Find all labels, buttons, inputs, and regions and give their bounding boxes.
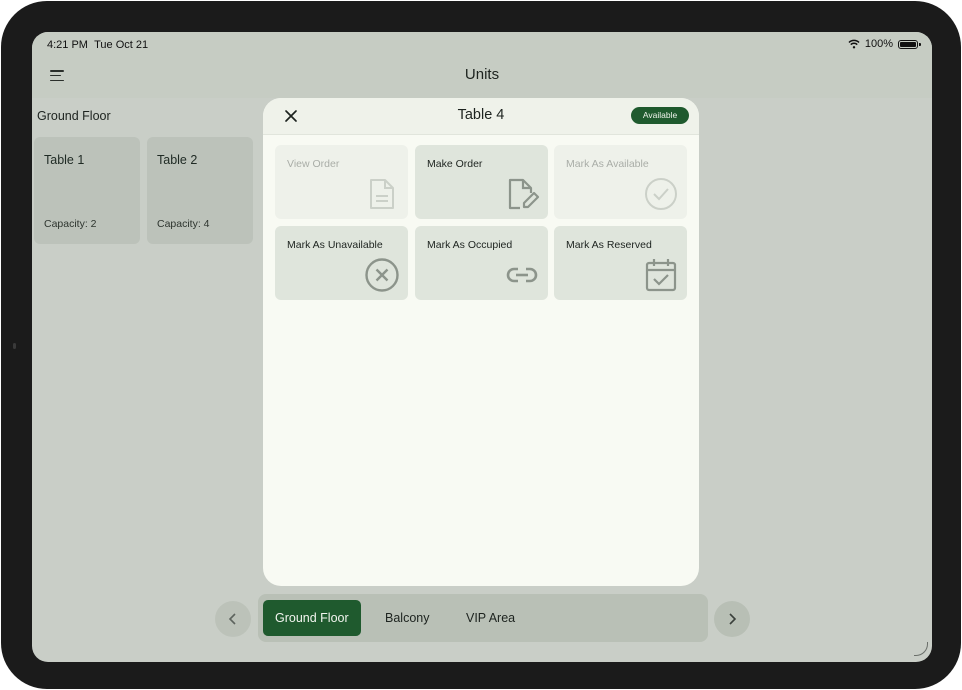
table-capacity: Capacity: 2	[44, 218, 97, 230]
mark-as-unavailable-button[interactable]: Mark As Unavailable	[275, 226, 408, 300]
nav-bar: Units	[32, 58, 932, 98]
status-bar: 4:21 PM Tue Oct 21 100%	[32, 32, 932, 58]
make-order-button[interactable]: Make Order	[415, 145, 548, 219]
chevron-left-icon	[228, 613, 236, 625]
floor-tab-vip-area[interactable]: VIP Area	[454, 600, 527, 636]
edit-document-icon	[508, 178, 540, 210]
status-date: Tue Oct 21	[94, 39, 149, 51]
action-label: Mark As Reserved	[566, 239, 652, 251]
action-label: Make Order	[427, 158, 483, 170]
check-circle-icon	[645, 178, 677, 210]
table-card-2[interactable]: Table 2 Capacity: 4	[147, 137, 253, 244]
action-label: Mark As Occupied	[427, 239, 513, 251]
floor-tab-ground-floor[interactable]: Ground Floor	[263, 600, 361, 636]
mark-as-reserved-button[interactable]: Mark As Reserved	[554, 226, 687, 300]
mark-as-occupied-button[interactable]: Mark As Occupied	[415, 226, 548, 300]
floor-tab-balcony[interactable]: Balcony	[373, 600, 441, 636]
status-indicators: 100%	[848, 38, 921, 50]
table-name: Table 1	[44, 153, 85, 167]
action-label: Mark As Unavailable	[287, 239, 383, 251]
previous-floor-button[interactable]	[215, 601, 251, 637]
chevron-right-icon	[729, 613, 737, 625]
wifi-icon	[848, 39, 860, 49]
status-badge: Available	[631, 107, 689, 124]
link-icon	[506, 267, 538, 283]
table-card-1[interactable]: Table 1 Capacity: 2	[34, 137, 140, 244]
ipad-device-frame: 4:21 PM Tue Oct 21 100% Units Ground Flo…	[1, 1, 961, 689]
action-label: Mark As Available	[566, 158, 649, 170]
battery-percent: 100%	[864, 38, 893, 50]
table-name: Table 2	[157, 153, 198, 167]
floor-label: Ground Floor	[37, 109, 111, 123]
document-icon	[370, 179, 394, 209]
corner-indicator	[914, 642, 928, 656]
mark-as-available-button[interactable]: Mark As Available	[554, 145, 687, 219]
action-label: View Order	[287, 158, 340, 170]
next-floor-button[interactable]	[714, 601, 750, 637]
modal-header: Table 4 Available	[263, 98, 699, 135]
side-button	[13, 343, 16, 349]
status-time: 4:21 PM Tue Oct 21	[47, 39, 148, 51]
calendar-check-icon	[645, 259, 677, 292]
floor-tabs: Ground Floor Balcony VIP Area	[258, 594, 708, 642]
table-actions-modal: Table 4 Available View Order Make Order …	[263, 98, 699, 586]
table-capacity: Capacity: 4	[157, 218, 210, 230]
status-clock: 4:21 PM	[47, 39, 88, 51]
page-title: Units	[464, 66, 500, 83]
view-order-button[interactable]: View Order	[275, 145, 408, 219]
battery-icon	[898, 39, 921, 49]
x-circle-icon	[365, 258, 399, 292]
